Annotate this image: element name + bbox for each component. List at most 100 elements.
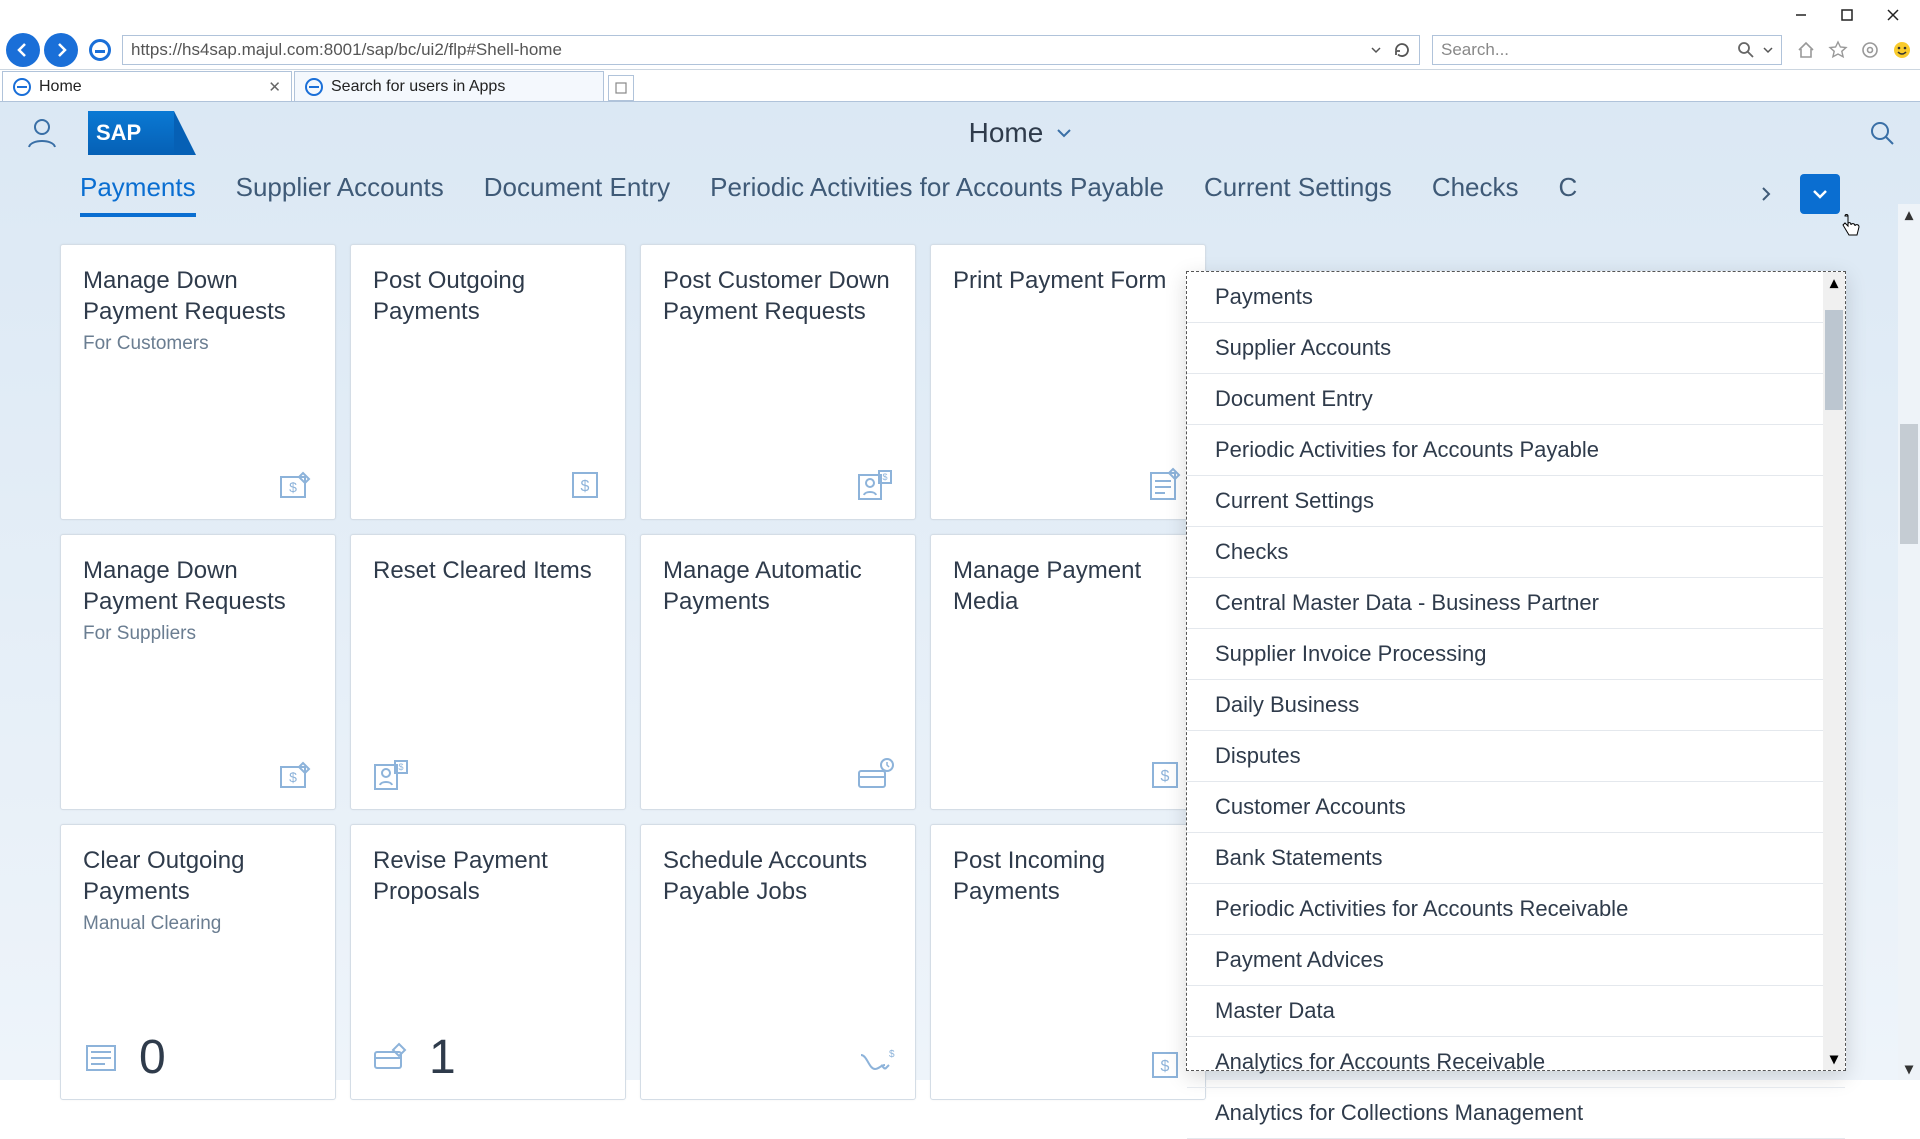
- dollar-box-icon: $: [565, 465, 605, 505]
- scroll-thumb[interactable]: [1825, 310, 1843, 410]
- tile[interactable]: Revise Payment Proposals1: [350, 824, 626, 1100]
- person-money-icon: $: [855, 465, 895, 505]
- anchor-overflow-button[interactable]: [1800, 174, 1840, 214]
- tile-footer: $: [371, 755, 411, 795]
- tile[interactable]: Post Outgoing Payments$: [350, 244, 626, 520]
- address-bar[interactable]: https://hs4sap.majul.com:8001/sap/bc/ui2…: [122, 35, 1420, 65]
- card-pen-icon: [371, 1038, 411, 1078]
- tile-footer: $: [1145, 755, 1185, 795]
- page-scrollbar[interactable]: ▴ ▾: [1898, 204, 1920, 1080]
- anchor-tab[interactable]: Payments: [80, 172, 196, 217]
- window-titlebar: [0, 0, 1920, 30]
- home-icon[interactable]: [1794, 38, 1818, 62]
- anchor-tab[interactable]: C: [1559, 172, 1578, 217]
- scroll-thumb[interactable]: [1900, 424, 1918, 544]
- tile[interactable]: Clear Outgoing PaymentsManual Clearing0: [60, 824, 336, 1100]
- money-edit-icon: $: [275, 465, 315, 505]
- tile-title: Print Payment Form: [953, 265, 1183, 296]
- overflow-menu-item[interactable]: Document Entry: [1187, 374, 1845, 425]
- overflow-menu-item[interactable]: Analytics for Accounts Receivable: [1187, 1037, 1845, 1088]
- tile[interactable]: Manage Down Payment RequestsFor Customer…: [60, 244, 336, 520]
- tile[interactable]: Manage Payment Media $: [930, 534, 1206, 810]
- overflow-menu-item[interactable]: Disputes: [1187, 731, 1845, 782]
- anchor-tab[interactable]: Current Settings: [1204, 172, 1392, 217]
- overflow-menu-item[interactable]: Periodic Activities for Accounts Payable: [1187, 425, 1845, 476]
- overflow-menu-item[interactable]: Customer Accounts: [1187, 782, 1845, 833]
- tile-title: Manage Payment Media: [953, 555, 1183, 617]
- svg-text:$: $: [289, 479, 297, 495]
- tile-title: Manage Down Payment Requests: [83, 555, 313, 617]
- nav-forward-button[interactable]: [44, 33, 78, 67]
- refresh-icon[interactable]: [1393, 41, 1411, 59]
- scroll-down-icon[interactable]: ▾: [1898, 1058, 1920, 1080]
- anchor-tab[interactable]: Supplier Accounts: [236, 172, 444, 217]
- smiley-icon[interactable]: [1890, 38, 1914, 62]
- scroll-down-icon[interactable]: ▾: [1823, 1048, 1845, 1070]
- svg-text:$: $: [289, 769, 297, 785]
- tile[interactable]: Schedule Accounts Payable Jobs$: [640, 824, 916, 1100]
- window-maximize-button[interactable]: [1824, 0, 1870, 30]
- anchor-tab[interactable]: Checks: [1432, 172, 1519, 217]
- anchor-tab[interactable]: Document Entry: [484, 172, 670, 217]
- anchor-scroll-right[interactable]: [1758, 186, 1788, 202]
- overflow-menu-item[interactable]: Daily Business: [1187, 680, 1845, 731]
- svg-text:$: $: [398, 762, 403, 772]
- overflow-menu-item[interactable]: Supplier Accounts: [1187, 323, 1845, 374]
- tile-title: Manage Automatic Payments: [663, 555, 893, 617]
- overflow-menu-item[interactable]: Bank Statements: [1187, 833, 1845, 884]
- dollar-box-icon: $: [1145, 1045, 1185, 1085]
- tile-subtitle: For Customers: [83, 333, 313, 355]
- browser-tab-search-apps[interactable]: Search for users in Apps: [294, 71, 604, 101]
- user-profile-button[interactable]: [24, 115, 60, 151]
- window-close-button[interactable]: [1870, 0, 1916, 30]
- tools-icon[interactable]: [1858, 38, 1882, 62]
- chevron-down-icon: [1055, 124, 1073, 142]
- form-edit-icon: [1145, 465, 1185, 505]
- nav-back-button[interactable]: [6, 33, 40, 67]
- shell-title-button[interactable]: Home: [174, 117, 1868, 149]
- svg-text:$: $: [889, 1049, 895, 1060]
- tile[interactable]: Post Customer Down Payment Requests$: [640, 244, 916, 520]
- new-tab-button[interactable]: [608, 75, 634, 101]
- tile[interactable]: Post Incoming Payments$: [930, 824, 1206, 1100]
- chart-down-icon: $: [855, 1045, 895, 1085]
- scroll-up-icon[interactable]: ▴: [1898, 204, 1920, 226]
- overflow-menu-item[interactable]: Master Data: [1187, 986, 1845, 1037]
- search-dropdown-icon[interactable]: [1763, 45, 1773, 55]
- search-icon[interactable]: [1737, 41, 1755, 59]
- shell-search-button[interactable]: [1868, 119, 1896, 147]
- overflow-menu-item[interactable]: Supplier Invoice Processing: [1187, 629, 1845, 680]
- scroll-up-icon[interactable]: ▴: [1823, 272, 1845, 294]
- tab-label: Home: [39, 78, 82, 96]
- person-money-icon: $: [371, 755, 411, 795]
- menu-scrollbar[interactable]: ▴ ▾: [1823, 272, 1845, 1070]
- shell-title-text: Home: [969, 117, 1044, 149]
- sap-logo[interactable]: SAP: [88, 111, 174, 155]
- browser-tabstrip: Home ✕ Search for users in Apps: [0, 70, 1920, 102]
- tile-subtitle: Manual Clearing: [83, 913, 313, 935]
- tile[interactable]: Reset Cleared Items $: [350, 534, 626, 810]
- anchor-overflow-menu: ▴ ▾ PaymentsSupplier AccountsDocument En…: [1186, 271, 1846, 1071]
- overflow-menu-item[interactable]: Analytics for Collections Management: [1187, 1088, 1845, 1139]
- overflow-menu-item[interactable]: Central Master Data - Business Partner: [1187, 578, 1845, 629]
- browser-search-input[interactable]: Search...: [1432, 35, 1782, 65]
- tile[interactable]: Manage Automatic Payments: [640, 534, 916, 810]
- overflow-menu-item[interactable]: Current Settings: [1187, 476, 1845, 527]
- svg-text:$: $: [1161, 768, 1170, 785]
- tile[interactable]: Print Payment Form: [930, 244, 1206, 520]
- tile-kpi: 1: [429, 1030, 456, 1085]
- tile-footer: $: [855, 1045, 895, 1085]
- overflow-menu-item[interactable]: Periodic Activities for Accounts Receiva…: [1187, 884, 1845, 935]
- overflow-menu-item[interactable]: Checks: [1187, 527, 1845, 578]
- address-dropdown-icon[interactable]: [1371, 45, 1381, 55]
- anchor-tab[interactable]: Periodic Activities for Accounts Payable: [710, 172, 1164, 217]
- tile[interactable]: Manage Down Payment RequestsFor Supplier…: [60, 534, 336, 810]
- tile-footer: $: [1145, 1045, 1185, 1085]
- tile-title: Reset Cleared Items: [373, 555, 603, 586]
- window-minimize-button[interactable]: [1778, 0, 1824, 30]
- overflow-menu-item[interactable]: Payments: [1187, 272, 1845, 323]
- overflow-menu-item[interactable]: Payment Advices: [1187, 935, 1845, 986]
- favorites-icon[interactable]: [1826, 38, 1850, 62]
- browser-tab-home[interactable]: Home ✕: [2, 71, 292, 101]
- tab-close-icon[interactable]: ✕: [268, 78, 281, 96]
